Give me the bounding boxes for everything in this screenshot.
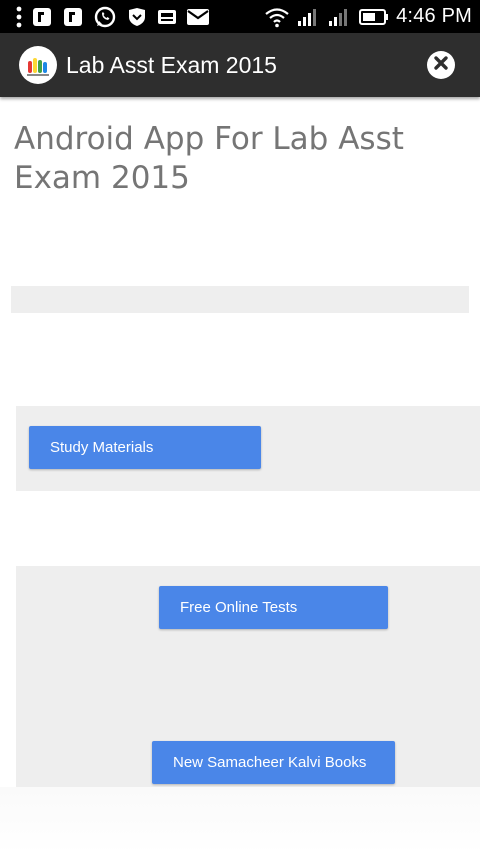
page-bottom [0, 787, 480, 854]
overflow-menu-icon [16, 6, 22, 28]
whatsapp-icon [93, 5, 117, 29]
study-materials-button[interactable]: Study Materials [29, 426, 261, 469]
samacheer-kalvi-books-button[interactable]: New Samacheer Kalvi Books [152, 741, 395, 784]
status-time: 4:46 PM [396, 5, 472, 27]
status-bar-system: 4:46 PM [264, 5, 480, 28]
notification-icon [62, 6, 84, 28]
app-logo-icon [19, 46, 57, 84]
signal-icon [328, 7, 352, 27]
news-icon [157, 7, 177, 27]
status-bar-notifications [0, 5, 210, 29]
status-bar: 4:46 PM [0, 0, 480, 33]
shield-icon [126, 6, 148, 28]
signal-icon [297, 7, 321, 27]
notification-icon [31, 6, 53, 28]
battery-icon [359, 8, 389, 26]
wifi-icon [264, 6, 290, 28]
page-heading: Android App For Lab Asst Exam 2015 [14, 121, 404, 196]
mail-icon [186, 7, 210, 27]
action-bar: Lab Asst Exam 2015 [0, 33, 480, 97]
free-online-tests-button[interactable]: Free Online Tests [159, 586, 388, 629]
content-placeholder-strip [11, 286, 469, 313]
app-title: Lab Asst Exam 2015 [66, 51, 277, 78]
close-button[interactable] [427, 51, 455, 79]
close-icon [433, 55, 449, 76]
